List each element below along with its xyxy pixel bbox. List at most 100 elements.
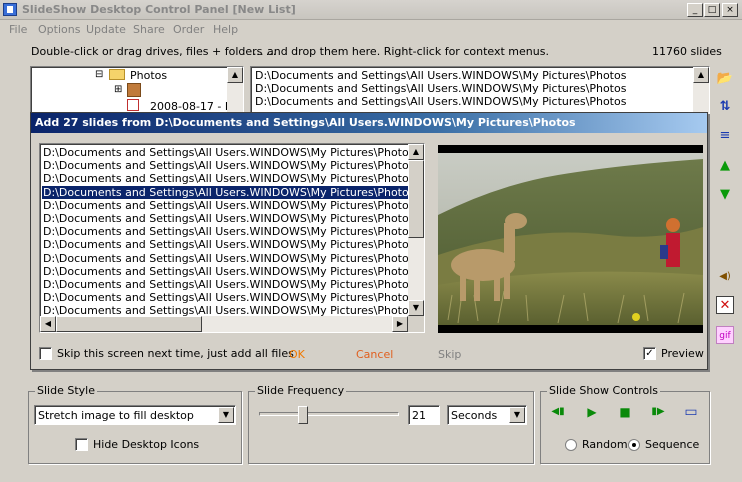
list-icon[interactable]: ≡: [716, 127, 734, 145]
file-list-vscroll[interactable]: ▲ ▼: [408, 144, 424, 316]
sound-icon[interactable]: ◀): [716, 268, 734, 286]
close-button[interactable]: ×: [722, 3, 738, 17]
chevron-down-icon[interactable]: ▼: [218, 407, 234, 423]
preview-checkbox[interactable]: ✓: [643, 347, 656, 360]
file-list-hscroll[interactable]: ◀ ▶: [40, 316, 408, 332]
drag-hint: Double-click or drag drives, files + fol…: [31, 45, 277, 58]
list-scrollbar[interactable]: ▲: [693, 67, 709, 115]
file-list[interactable]: D:\Documents and Settings\All Users.WIND…: [39, 143, 425, 333]
menu-options[interactable]: Options: [38, 23, 80, 36]
frequency-value: 21: [412, 409, 426, 422]
menu-update[interactable]: Update: [86, 23, 126, 36]
skip-button[interactable]: Skip: [438, 348, 461, 361]
tree-expander[interactable]: ⊟: [95, 70, 105, 80]
maximize-button[interactable]: □: [704, 3, 720, 17]
sort-icon[interactable]: ⇅: [716, 98, 734, 116]
frequency-slider-track[interactable]: [259, 412, 399, 416]
skip-checkbox[interactable]: [39, 347, 52, 360]
chevron-down-icon[interactable]: ▼: [509, 407, 525, 423]
menu-bar: File Options Update Share Order Help: [0, 21, 742, 39]
list-item[interactable]: D:\Documents and Settings\All Users.WIND…: [255, 95, 626, 108]
preview-label: Preview: [661, 347, 704, 360]
scroll-down-icon[interactable]: ▼: [408, 300, 424, 316]
tree-scrollbar[interactable]: ▲: [227, 67, 243, 115]
scroll-thumb[interactable]: [408, 160, 424, 238]
preview-frame: [438, 145, 703, 333]
slide-frequency-group: Slide Frequency 21 Seconds ▼: [248, 384, 534, 464]
tree-expander[interactable]: ⊞: [114, 85, 124, 95]
open-folder-icon[interactable]: 📂: [716, 70, 734, 88]
menu-help[interactable]: Help: [213, 23, 238, 36]
hide-icons-checkbox[interactable]: [75, 438, 88, 451]
file-list-item[interactable]: D:\Documents and Settings\All Users.WIND…: [41, 184, 409, 200]
resize-grip[interactable]: [726, 468, 740, 480]
file-list-item[interactable]: D:\Documents and Settings\All Users.WIND…: [42, 265, 408, 278]
scroll-thumb[interactable]: [56, 316, 202, 332]
sequence-radio[interactable]: [628, 439, 640, 451]
slide-count: 11760 slides: [652, 45, 722, 58]
image-file-icon: [127, 83, 141, 97]
slide-show-controls-legend: Slide Show Controls: [547, 384, 661, 397]
skip-screen-label: Skip this screen next time, just add all…: [57, 347, 294, 360]
cancel-button[interactable]: Cancel: [356, 348, 393, 361]
title-bar: SlideShow Desktop Control Panel [New Lis…: [0, 0, 742, 20]
file-list-item[interactable]: D:\Documents and Settings\All Users.WIND…: [42, 238, 408, 251]
file-list-item[interactable]: D:\Documents and Settings\All Users.WIND…: [42, 252, 408, 265]
scroll-up-icon[interactable]: ▲: [408, 144, 424, 160]
list-item[interactable]: D:\Documents and Settings\All Users.WIND…: [255, 82, 626, 95]
play-icon[interactable]: ▶: [583, 404, 601, 420]
random-label: Random: [582, 438, 628, 451]
file-list-item[interactable]: D:\Documents and Settings\All Users.WIND…: [42, 291, 408, 304]
frequency-unit-select[interactable]: Seconds ▼: [447, 405, 527, 425]
file-list-item[interactable]: D:\Documents and Settings\All Users.WIND…: [42, 146, 408, 159]
add-slides-dialog: Add 27 slides from D:\Documents and Sett…: [30, 112, 708, 370]
frequency-input[interactable]: 21: [408, 405, 440, 425]
scroll-up-icon[interactable]: ▲: [693, 67, 709, 83]
file-list-item[interactable]: D:\Documents and Settings\All Users.WIND…: [42, 159, 408, 172]
slide-frequency-legend: Slide Frequency: [255, 384, 347, 397]
list-item[interactable]: D:\Documents and Settings\All Users.WIND…: [255, 69, 626, 82]
menu-order[interactable]: Order: [173, 23, 204, 36]
delete-icon[interactable]: ✕: [716, 296, 734, 314]
window-title: SlideShow Desktop Control Panel [New Lis…: [22, 3, 296, 16]
slide-style-legend: Slide Style: [35, 384, 97, 397]
photo-icon: [127, 99, 139, 111]
next-icon[interactable]: ▮▶: [649, 404, 667, 420]
frequency-unit-value: Seconds: [451, 409, 498, 422]
move-down-icon[interactable]: ▼: [716, 186, 734, 204]
gif-icon[interactable]: gif: [716, 326, 734, 344]
file-list-item[interactable]: D:\Documents and Settings\All Users.WIND…: [42, 225, 408, 238]
scroll-left-icon[interactable]: ◀: [40, 316, 56, 332]
file-list-item[interactable]: D:\Documents and Settings\All Users.WIND…: [42, 212, 408, 225]
app-icon: [3, 3, 17, 16]
file-list-item[interactable]: D:\Documents and Settings\All Users.WIND…: [42, 199, 408, 212]
frequency-slider-thumb[interactable]: [298, 406, 308, 424]
previous-icon[interactable]: ◀▮: [549, 404, 567, 420]
scroll-up-icon[interactable]: ▲: [227, 67, 243, 83]
stop-icon[interactable]: ■: [616, 404, 634, 420]
slide-list[interactable]: D:\Documents and Settings\All Users.WIND…: [250, 66, 710, 116]
tree-item-photos[interactable]: Photos: [130, 69, 167, 82]
slide-style-value: Stretch image to fill desktop: [38, 409, 194, 422]
drop-hint: ... and drop them here. Right-click for …: [253, 45, 549, 58]
menu-share[interactable]: Share: [133, 23, 165, 36]
ok-button[interactable]: OK: [289, 348, 305, 361]
slide-show-controls-group: Slide Show Controls: [540, 384, 710, 464]
sequence-label: Sequence: [645, 438, 700, 451]
folder-tree[interactable]: ⊟ Photos ⊞ 2008-08-17 - E( ▲: [30, 66, 244, 116]
slider-ticks: [259, 424, 399, 428]
minimize-button[interactable]: _: [687, 3, 703, 17]
random-radio[interactable]: [565, 439, 577, 451]
move-up-icon[interactable]: ▲: [716, 157, 734, 175]
monitor-icon[interactable]: ▭: [682, 404, 700, 420]
file-list-item[interactable]: D:\Documents and Settings\All Users.WIND…: [42, 278, 408, 291]
menu-file[interactable]: File: [9, 23, 27, 36]
preview-image: [438, 145, 703, 333]
folder-icon: [109, 69, 125, 80]
scroll-right-icon[interactable]: ▶: [392, 316, 408, 332]
scroll-corner: [408, 316, 424, 332]
slide-style-select[interactable]: Stretch image to fill desktop ▼: [34, 405, 236, 425]
file-list-item[interactable]: D:\Documents and Settings\All Users.WIND…: [42, 172, 408, 185]
hide-icons-label: Hide Desktop Icons: [93, 438, 200, 451]
file-list-body: D:\Documents and Settings\All Users.WIND…: [40, 144, 409, 331]
